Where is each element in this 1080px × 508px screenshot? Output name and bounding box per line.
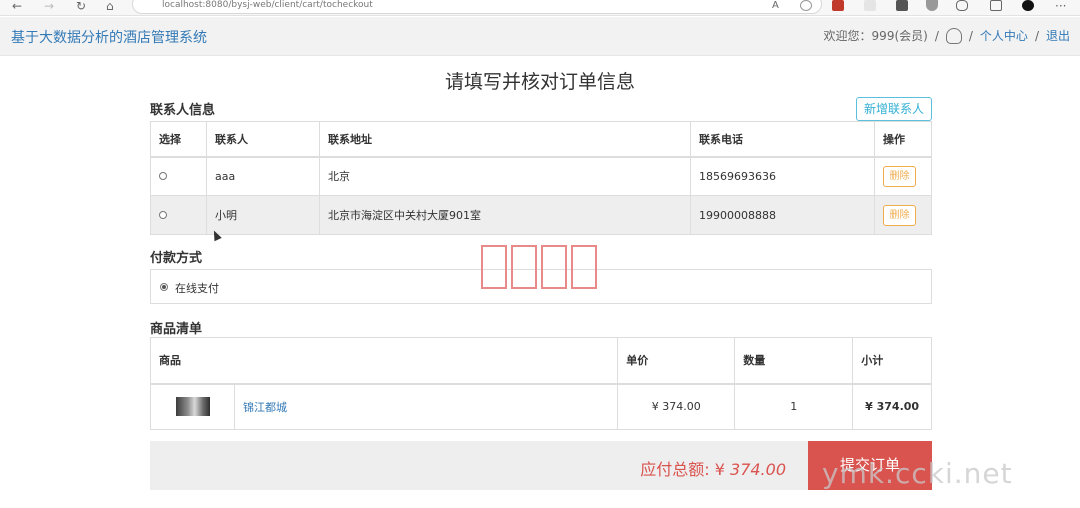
table-row: 锦江都城 ¥ 374.00 1 ¥ 374.00 [150,383,932,430]
order-summary-bar: 应付总额: ¥ 374.00 提交订单 [150,441,932,490]
shield-icon[interactable] [926,0,938,11]
site-header: 基于大数据分析的酒店管理系统 欢迎您：999(会员) / / 个人中心 / 退出 [0,17,1080,56]
contact-name: 小明 [206,195,320,235]
watermark-boxes [481,245,599,291]
profile-avatar-icon[interactable] [1022,0,1034,11]
browser-toolbar: ← → ↻ ⌂ localhost:8080/bysj-web/client/c… [0,0,1080,16]
add-contact-button[interactable]: 新增联系人 [856,97,932,121]
refresh-icon[interactable]: ↻ [76,0,86,12]
user-avatar-icon[interactable] [945,27,962,44]
logout-link[interactable]: 退出 [1046,27,1070,44]
column-header: 选择 [150,121,207,158]
table-row: aaa 北京 18569693636 删除 [150,156,932,196]
column-header: 操作 [874,121,932,158]
online-payment-label[interactable]: 在线支付 [175,280,219,296]
goods-quantity: 1 [734,383,854,430]
site-title[interactable]: 基于大数据分析的酒店管理系统 [11,27,207,47]
read-aloud-icon[interactable]: A [772,0,779,12]
select-cell [150,156,207,196]
column-header: 单价 [617,337,736,385]
goods-price: ¥ 374.00 [617,383,736,430]
contacts-section-title: 联系人信息 [150,103,216,118]
goods-table: 商品 单价 数量 小计 锦江都城 ¥ 374.00 1 ¥ 374.00 [149,337,932,430]
extension-red-icon[interactable] [832,0,844,11]
more-icon[interactable]: ··· [1055,0,1066,12]
contact-phone: 19900008888 [690,195,875,235]
watermark-box-glyph [511,245,537,289]
contacts-table: 选择 联系人 联系地址 联系电话 操作 aaa 北京 18569693636 删… [150,121,932,235]
total-amount: 374.00 [730,460,786,479]
column-header: 联系电话 [690,121,875,158]
select-cell [150,195,207,235]
payment-section-title: 付款方式 [150,251,203,266]
site-watermark: ymk.ccki.net [822,457,1013,490]
column-header: 小计 [852,337,932,385]
home-icon[interactable]: ⌂ [106,0,114,12]
goods-subtotal: ¥ 374.00 [852,383,932,430]
delete-button[interactable]: 删除 [883,204,916,226]
separator: / [968,28,973,43]
column-header: 数量 [734,337,854,385]
action-cell: 删除 [874,195,932,235]
action-cell: 删除 [874,156,932,196]
extension-grey-icon[interactable] [864,0,876,11]
user-area: 欢迎您：999(会员) / / 个人中心 / 退出 [824,27,1070,44]
delete-button[interactable]: 删除 [883,165,916,187]
watermark-box-glyph [541,245,567,289]
extensions-icon[interactable] [956,0,968,11]
watermark-box-glyph [571,245,597,289]
extension-dark-icon[interactable] [896,0,908,11]
contact-address: 北京 [319,156,691,196]
total-payable: 应付总额: ¥ 374.00 [640,456,786,480]
column-header: 联系人 [206,121,320,158]
goods-name-cell: 锦江都城 [233,383,619,430]
contact-radio[interactable] [159,171,167,180]
contact-name: aaa [206,156,320,196]
forward-icon[interactable]: → [44,0,54,12]
address-text[interactable]: localhost:8080/bysj-web/client/cart/toch… [162,0,373,10]
hotel-thumbnail[interactable] [175,397,210,417]
table-row: 小明 北京市海淀区中关村大厦901室 19900008888 删除 [150,195,932,235]
contact-phone: 18569693636 [690,156,875,196]
collections-icon[interactable] [990,0,1002,11]
contact-radio[interactable] [159,210,167,219]
back-icon[interactable]: ← [12,0,22,12]
page-title: 请填写并核对订单信息 [444,71,635,93]
contact-address: 北京市海淀区中关村大厦901室 [319,195,691,235]
goods-name-link[interactable]: 锦江都城 [243,401,287,414]
column-header: 联系地址 [319,121,691,158]
online-payment-radio[interactable] [160,283,168,291]
personal-center-link[interactable]: 个人中心 [980,27,1028,44]
separator: / [934,28,939,43]
welcome-text: 欢迎您：999(会员) [823,29,928,43]
total-label: 应付总额: ¥ [640,460,731,479]
favorite-icon[interactable] [800,0,812,11]
watermark-box-glyph [481,245,507,289]
goods-section-title: 商品清单 [150,322,203,337]
separator: / [1034,28,1039,43]
goods-thumbnail-cell [150,383,235,430]
column-header: 商品 [149,337,619,385]
